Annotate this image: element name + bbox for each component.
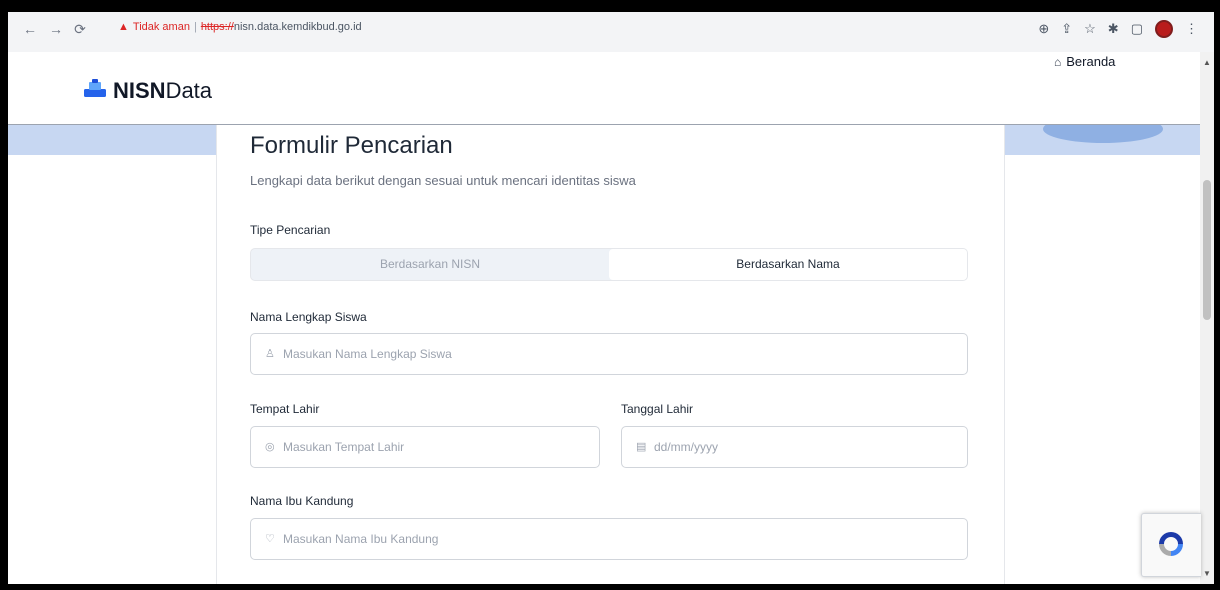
address-separator: |: [193, 21, 197, 33]
screenshot-frame-right: [1214, 0, 1220, 590]
brand-regular: Data: [165, 78, 213, 103]
calendar-icon: ▤: [636, 441, 647, 453]
user-icon: ♙: [265, 348, 275, 360]
search-form-card: Formulir Pencarian Lengkapi data berikut…: [216, 125, 1005, 584]
address-bar[interactable]: ▲ Tidak aman | https://nisn.data.kemdikbud.…: [118, 21, 362, 33]
home-icon: ⌂: [1054, 55, 1062, 69]
url-scheme: https://: [200, 21, 234, 33]
mother-name-label: Nama Ibu Kandung: [250, 494, 354, 508]
mother-name-input[interactable]: ♡ Masukan Nama Ibu Kandung: [250, 518, 968, 560]
menu-kebab-icon[interactable]: ⋮: [1185, 21, 1198, 37]
warning-icon: ▲: [118, 21, 129, 33]
forward-arrow-icon[interactable]: →: [48, 21, 64, 37]
scroll-up-arrow-icon[interactable]: ▲: [1203, 58, 1211, 67]
recaptcha-badge[interactable]: [1141, 513, 1201, 577]
search-type-tabs: Berdasarkan NISN Berdasarkan Nama: [250, 248, 968, 281]
scroll-down-arrow-icon[interactable]: ▼: [1203, 569, 1211, 578]
birth-date-input[interactable]: ▤ dd/mm/yyyy: [621, 426, 968, 468]
form-title: Formulir Pencarian: [250, 132, 453, 159]
location-pin-icon: ◎: [265, 441, 275, 453]
hero-wave-decoration: [1043, 125, 1163, 143]
logo-icon: [84, 79, 106, 97]
url-host: nisn.data.kemdikbud.go.id: [233, 21, 362, 33]
birth-date-label: Tanggal Lahir: [621, 402, 694, 416]
nav-home-label: Beranda: [1066, 54, 1116, 69]
browser-actions: ⊕ ⇪ ☆ ✱ ▢ ⋮: [1038, 20, 1198, 38]
birth-place-placeholder: Masukan Tempat Lahir: [283, 440, 405, 454]
scrollbar-thumb[interactable]: [1203, 180, 1211, 320]
full-name-placeholder: Masukan Nama Lengkap Siswa: [283, 347, 452, 361]
share-icon[interactable]: ⇪: [1061, 21, 1072, 37]
brand-bold: NISN: [113, 78, 166, 103]
brand-logo-text[interactable]: NISNData: [113, 78, 212, 104]
translate-icon[interactable]: ⊕: [1038, 21, 1049, 37]
mother-name-placeholder: Masukan Nama Ibu Kandung: [283, 532, 439, 546]
birth-place-label: Tempat Lahir: [250, 402, 320, 416]
browser-toolbar: ← → ⟳ ▲ Tidak aman | https://nisn.data.kemd…: [8, 12, 1214, 53]
recaptcha-icon: [1159, 532, 1183, 556]
page-scrollbar[interactable]: ▲ ▼: [1200, 52, 1214, 584]
extensions-icon[interactable]: ✱: [1108, 21, 1119, 37]
birth-place-input[interactable]: ◎ Masukan Tempat Lahir: [250, 426, 600, 468]
reload-icon[interactable]: ⟳: [72, 21, 88, 38]
hero-band-left: [8, 125, 216, 155]
form-subtitle: Lengkapi data berikut dengan sesuai untu…: [250, 173, 636, 188]
back-arrow-icon[interactable]: ←: [22, 21, 38, 37]
security-status[interactable]: Tidak aman: [133, 21, 190, 33]
hero-band-right: [1003, 125, 1200, 155]
full-name-label: Nama Lengkap Siswa: [250, 310, 367, 324]
full-name-input[interactable]: ♙ Masukan Nama Lengkap Siswa: [250, 333, 968, 375]
nav-home-link[interactable]: ⌂ Beranda: [1054, 54, 1115, 69]
screenshot-frame-top: [0, 0, 1220, 12]
tab-search-by-nisn[interactable]: Berdasarkan NISN: [251, 249, 609, 280]
heart-icon: ♡: [265, 533, 275, 545]
birth-date-placeholder: dd/mm/yyyy: [654, 440, 719, 454]
screenshot-frame-left: [0, 0, 8, 590]
search-type-label: Tipe Pencarian: [250, 223, 331, 237]
bookmark-star-icon[interactable]: ☆: [1084, 21, 1096, 37]
site-header: NISNData ⌂ Beranda: [8, 52, 1200, 125]
profile-avatar[interactable]: [1155, 20, 1173, 38]
tab-search-by-name[interactable]: Berdasarkan Nama: [609, 249, 967, 280]
side-panel-icon[interactable]: ▢: [1131, 21, 1143, 37]
screenshot-frame-bottom: [0, 584, 1220, 590]
